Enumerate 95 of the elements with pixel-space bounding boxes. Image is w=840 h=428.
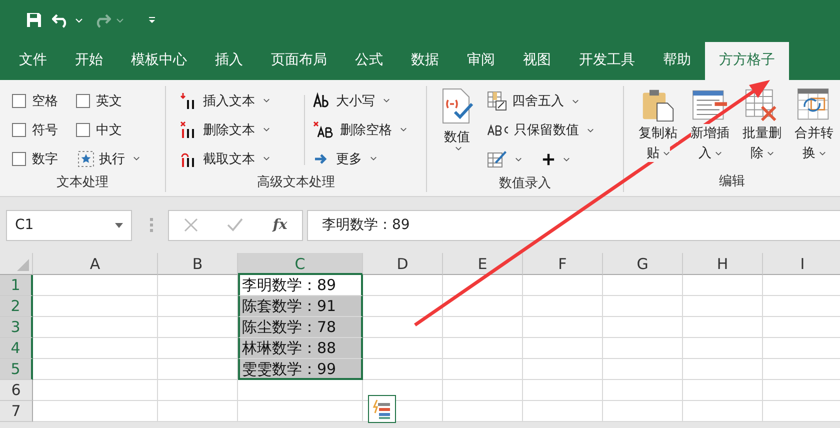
row-header[interactable]: 5 (0, 359, 33, 380)
row-header[interactable]: 4 (0, 338, 33, 359)
checkbox[interactable] (12, 122, 26, 136)
plus-icon (542, 152, 555, 166)
caret-icon (400, 127, 407, 132)
ribbon-tab[interactable]: 审阅 (453, 42, 509, 80)
formula-field[interactable]: 李明数学：89 (307, 210, 840, 240)
ribbon-button[interactable]: 插入文本 (178, 92, 298, 110)
drag-handle-icon[interactable] (150, 218, 153, 232)
row-header[interactable]: 1 (0, 275, 33, 296)
checkbox[interactable] (12, 152, 26, 166)
ribbon-button[interactable]: 批量删 除 (736, 86, 788, 172)
checkbox-label: 符号 (32, 122, 58, 138)
column-header[interactable]: F (523, 253, 603, 275)
caret-icon (563, 156, 570, 162)
ribbon-button[interactable]: 删除空格 (311, 120, 431, 138)
ribbon-tab[interactable]: 模板中心 (117, 42, 201, 80)
save-icon[interactable] (26, 12, 42, 28)
column-header[interactable]: D (363, 253, 443, 275)
caret-icon (714, 150, 722, 156)
group-title: 数值录入 (498, 175, 552, 193)
number-button[interactable]: 数值 (435, 86, 479, 174)
ribbon-tab[interactable]: 开发工具 (565, 42, 649, 80)
table-cell: 陈套数学：91 (238, 296, 363, 317)
ribbon-tab[interactable]: 帮助 (649, 42, 705, 80)
row-header[interactable]: 6 (0, 380, 33, 401)
ribbon-button[interactable]: 更多 (311, 150, 431, 168)
checkbox[interactable] (76, 94, 90, 108)
column-header[interactable]: H (683, 253, 763, 275)
column-header[interactable]: E (443, 253, 523, 275)
row-header[interactable]: 7 (0, 401, 33, 422)
caret-icon[interactable] (116, 18, 124, 22)
caret-icon (515, 156, 522, 162)
caret-icon (370, 156, 377, 161)
caret-icon (263, 127, 270, 132)
checkbox[interactable] (12, 94, 26, 108)
caret-icon (766, 150, 774, 156)
checkbox-label: 英文 (96, 92, 122, 110)
execute-button[interactable]: 执行 (76, 150, 166, 168)
edit-grid-button[interactable] (485, 149, 524, 169)
checkbox-label: 空格 (32, 92, 58, 110)
caret-icon (455, 146, 462, 151)
group-title: 高级文本处理 (256, 174, 336, 192)
column-header[interactable]: C (238, 253, 363, 275)
ribbon-button[interactable]: 复制粘 贴 (632, 86, 684, 172)
ribbon-button[interactable]: 截取文本 (178, 150, 298, 168)
ribbon-button[interactable]: 只保留数值 (485, 121, 596, 139)
ribbon-tab[interactable]: 数据 (397, 42, 453, 80)
group-title: 文本处理 (56, 174, 110, 192)
caret-icon[interactable] (75, 18, 83, 22)
case-icon (313, 92, 331, 110)
row-header[interactable]: 2 (0, 296, 33, 317)
group-title: 编辑 (718, 173, 746, 191)
ribbon-tab[interactable]: 插入 (201, 42, 257, 80)
customize-icon[interactable] (148, 16, 156, 24)
column-header[interactable]: I (763, 253, 840, 275)
column-header[interactable]: G (603, 253, 683, 275)
caret-icon (818, 150, 826, 156)
insert-function-button[interactable]: fx (272, 217, 288, 233)
caret-icon (263, 156, 270, 161)
caret-icon (383, 98, 390, 103)
quick-analysis-icon[interactable] (368, 395, 396, 423)
checkbox[interactable] (76, 122, 90, 136)
column-header[interactable]: A (33, 253, 158, 275)
grid-percent-icon (487, 91, 507, 111)
abc-icon (487, 124, 509, 136)
pencil-grid-icon (487, 149, 507, 169)
table-cell: 陈尘数学：78 (238, 317, 363, 338)
checkbox-label: 数字 (32, 150, 58, 168)
table-cell: 雯雯数学：99 (238, 359, 363, 380)
ribbon-tab[interactable]: 文件 (5, 42, 61, 80)
caret-icon (572, 98, 579, 104)
ribbon-button[interactable]: 新增插 入 (684, 86, 736, 172)
caret-icon (587, 128, 594, 132)
ribbon-tab[interactable]: 视图 (509, 42, 565, 80)
name-box[interactable]: C1 (6, 210, 132, 240)
ribbon-button[interactable]: 删除文本 (178, 120, 298, 138)
caret-icon (133, 156, 140, 161)
merge-table-icon (797, 88, 831, 122)
row-header[interactable]: 3 (0, 317, 33, 338)
ribbon-tab[interactable]: 公式 (341, 42, 397, 80)
table-cell: 林琳数学：88 (238, 338, 363, 359)
delete-space-icon (313, 120, 335, 138)
ribbon-button[interactable]: 合并转 换 (788, 86, 840, 172)
ribbon-button[interactable]: 大小写 (311, 92, 431, 110)
ribbon-tab[interactable]: 开始 (61, 42, 117, 80)
checkbox-label: 中文 (96, 122, 122, 138)
ribbon-tab[interactable]: 页面布局 (257, 42, 341, 80)
table-insert-icon (692, 88, 728, 122)
caret-icon (263, 98, 270, 103)
column-header[interactable]: B (158, 253, 238, 275)
caret-icon (662, 150, 670, 156)
ribbon-tab[interactable]: 方方格子 (705, 42, 789, 80)
clipboard-icon (641, 88, 675, 122)
ribbon-button[interactable]: 四舍五入 (485, 91, 596, 111)
